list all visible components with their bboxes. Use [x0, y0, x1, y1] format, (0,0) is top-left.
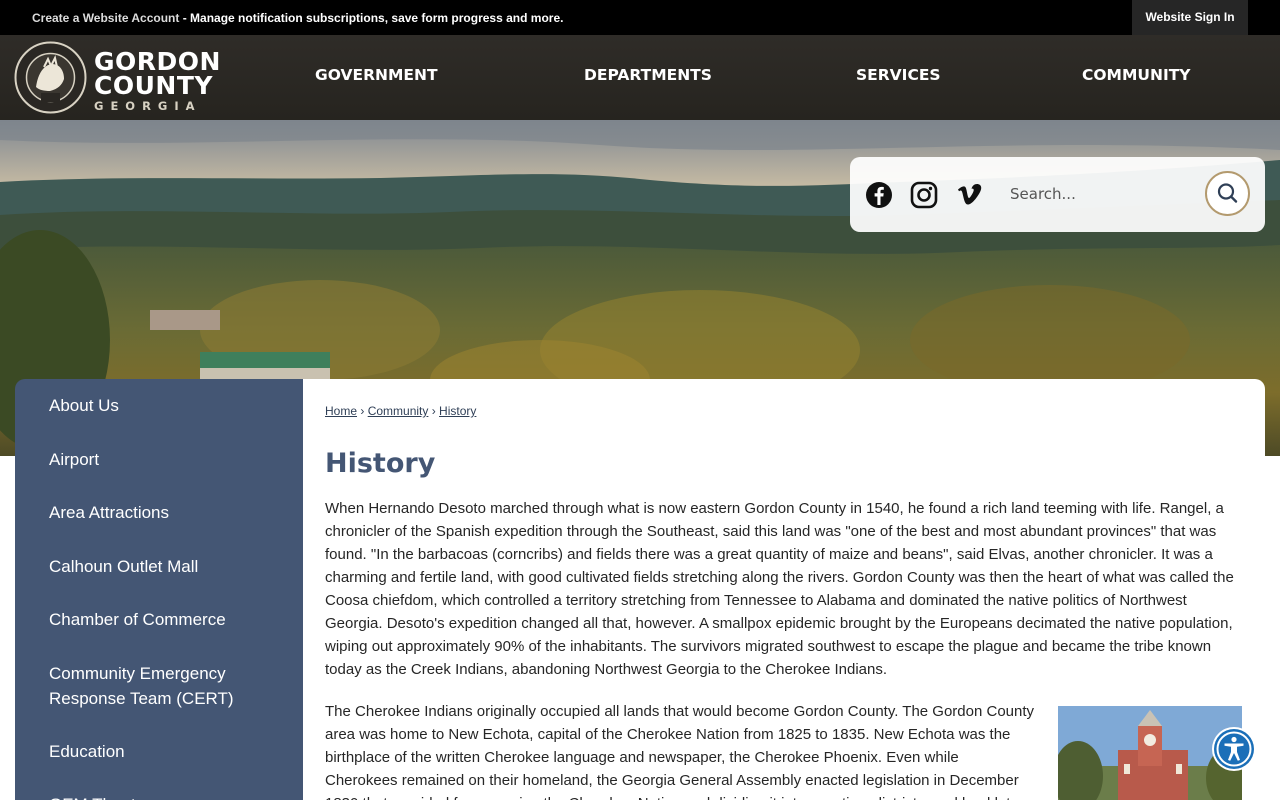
- facebook-icon[interactable]: [865, 181, 893, 209]
- county-seal-icon: [14, 41, 87, 114]
- top-bar: Create a Website Account - Manage notifi…: [0, 0, 1280, 35]
- search-input[interactable]: [1000, 172, 1200, 216]
- history-paragraph-1: When Hernando Desoto marched through wha…: [325, 500, 1234, 678]
- account-message-text: - Manage notification subscriptions, sav…: [179, 11, 564, 25]
- sidebar-item-about-us[interactable]: About Us: [49, 393, 289, 418]
- account-message: Create a Website Account - Manage notifi…: [32, 11, 563, 25]
- sidebar-item-gem-theatre[interactable]: GEM Theatre: [49, 792, 289, 800]
- breadcrumb-separator: ›: [357, 404, 368, 418]
- sidebar-item-airport[interactable]: Airport: [49, 447, 289, 472]
- create-account-link[interactable]: Create a Website Account: [32, 11, 179, 25]
- instagram-icon[interactable]: [910, 181, 938, 209]
- sidebar-item-cert[interactable]: Community Emergency Response Team (CERT): [49, 661, 249, 711]
- breadcrumb-community[interactable]: Community: [368, 404, 429, 418]
- page-title: History: [325, 448, 436, 479]
- website-sign-in-button[interactable]: Website Sign In: [1132, 0, 1248, 35]
- nav-community[interactable]: COMMUNITY: [1082, 35, 1191, 120]
- nav-departments[interactable]: DEPARTMENTS: [584, 35, 712, 120]
- breadcrumb: Home › Community › History: [325, 404, 476, 418]
- breadcrumb-home[interactable]: Home: [325, 404, 357, 418]
- sidebar-item-chamber-of-commerce[interactable]: Chamber of Commerce: [49, 607, 289, 632]
- main-content: Home › Community › History History When …: [303, 379, 1265, 800]
- gordon-county-logo[interactable]: GORDON COUNTY GEORGIA: [14, 41, 220, 115]
- site-header: GORDON COUNTY GEORGIA GOVERNMENT DEPARTM…: [0, 35, 1280, 120]
- search-icon: [1217, 183, 1238, 203]
- sidebar-item-education[interactable]: Education: [49, 739, 289, 764]
- sidebar-nav: About Us Airport Area Attractions Calhou…: [15, 379, 303, 800]
- nav-government[interactable]: GOVERNMENT: [315, 35, 438, 120]
- vimeo-icon[interactable]: [956, 181, 984, 209]
- logo-line2: COUNTY: [94, 71, 213, 100]
- sidebar-item-area-attractions[interactable]: Area Attractions: [49, 500, 289, 525]
- accessibility-icon[interactable]: [1211, 726, 1257, 772]
- logo-line3: GEORGIA: [94, 99, 202, 113]
- breadcrumb-current[interactable]: History: [439, 404, 476, 418]
- sidebar-item-calhoun-outlet-mall[interactable]: Calhoun Outlet Mall: [49, 554, 289, 579]
- breadcrumb-separator: ›: [428, 404, 440, 418]
- history-paragraph-2: The Cherokee Indians originally occupied…: [325, 703, 1035, 800]
- nav-services[interactable]: SERVICES: [856, 35, 941, 120]
- search-button[interactable]: [1205, 171, 1250, 216]
